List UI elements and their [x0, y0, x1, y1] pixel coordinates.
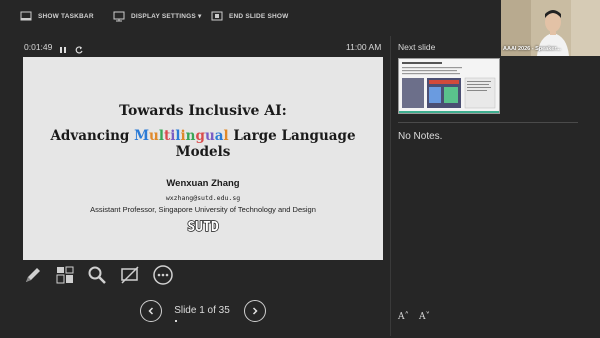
display-settings-button[interactable]: DISPLAY SETTINGS ▾	[113, 9, 201, 23]
pane-divider[interactable]	[390, 36, 391, 336]
multilingual-letter: a	[214, 128, 224, 144]
author-email: wxzhang@sutd.edu.sg	[165, 194, 241, 202]
slide-title-line2: Advancing Multilingual Large Language Mo…	[23, 128, 383, 160]
display-icon	[113, 11, 125, 22]
end-slide-show-label: END SLIDE SHOW	[229, 12, 289, 20]
camera-off-icon[interactable]	[119, 264, 141, 286]
author-affiliation: Assistant Professor, Singapore Universit…	[90, 205, 316, 214]
current-time: 11:00 AM	[346, 42, 382, 52]
multilingual-letter: M	[134, 128, 150, 144]
pause-timer-icon[interactable]	[58, 42, 68, 53]
more-options-icon[interactable]	[152, 264, 174, 286]
current-slide[interactable]: Towards Inclusive AI: Advancing Multilin…	[23, 57, 383, 260]
multilingual-letter: u	[149, 128, 159, 144]
restart-timer-icon[interactable]	[74, 42, 84, 54]
decrease-font-button[interactable]: A˅	[419, 312, 430, 322]
chevron-right-icon	[252, 307, 258, 315]
previous-slide-button[interactable]	[140, 300, 162, 322]
webcam-caption: AAAI 2026 - Speaker...	[503, 46, 561, 52]
sutd-logo: SUTD	[187, 219, 220, 233]
taskbar-icon	[20, 11, 32, 21]
multilingual-letter: n	[185, 128, 196, 144]
author-name: Wenxuan Zhang	[166, 178, 240, 189]
elapsed-timer: 0:01:49	[24, 42, 53, 52]
end-show-icon	[211, 11, 223, 21]
increase-font-button[interactable]: A˄	[398, 312, 409, 322]
multilingual-letter: g	[195, 128, 205, 144]
next-slide-thumbnail[interactable]	[398, 58, 500, 114]
display-settings-label: DISPLAY SETTINGS ▾	[131, 13, 202, 20]
zoom-icon[interactable]	[86, 264, 108, 286]
multilingual-letter: u	[204, 128, 215, 144]
title-prefix: Advancing	[50, 128, 135, 144]
next-slide-label: Next slide	[398, 42, 436, 52]
notes-separator	[398, 122, 578, 123]
slide-grid-icon[interactable]	[54, 264, 76, 286]
slide-counter[interactable]: Slide 1 of 35	[170, 305, 234, 316]
slide-progress-marker	[175, 320, 177, 322]
next-slide-preview	[399, 59, 499, 113]
end-slide-show-button[interactable]: END SLIDE SHOW	[211, 9, 289, 23]
multilingual-word: Multilingual	[134, 128, 229, 144]
svg-text:SUTD: SUTD	[187, 220, 218, 233]
next-slide-button[interactable]	[244, 300, 266, 322]
chevron-left-icon	[148, 307, 154, 315]
speaker-notes: No Notes.	[398, 131, 443, 142]
pen-tool-icon[interactable]	[22, 264, 44, 286]
speaker-webcam: AAAI 2026 - Speaker...	[501, 0, 600, 56]
show-taskbar-label: SHOW TASKBAR	[38, 12, 94, 20]
show-taskbar-button[interactable]: SHOW TASKBAR	[20, 9, 94, 23]
slide-title-line1: Towards Inclusive AI:	[119, 103, 287, 119]
